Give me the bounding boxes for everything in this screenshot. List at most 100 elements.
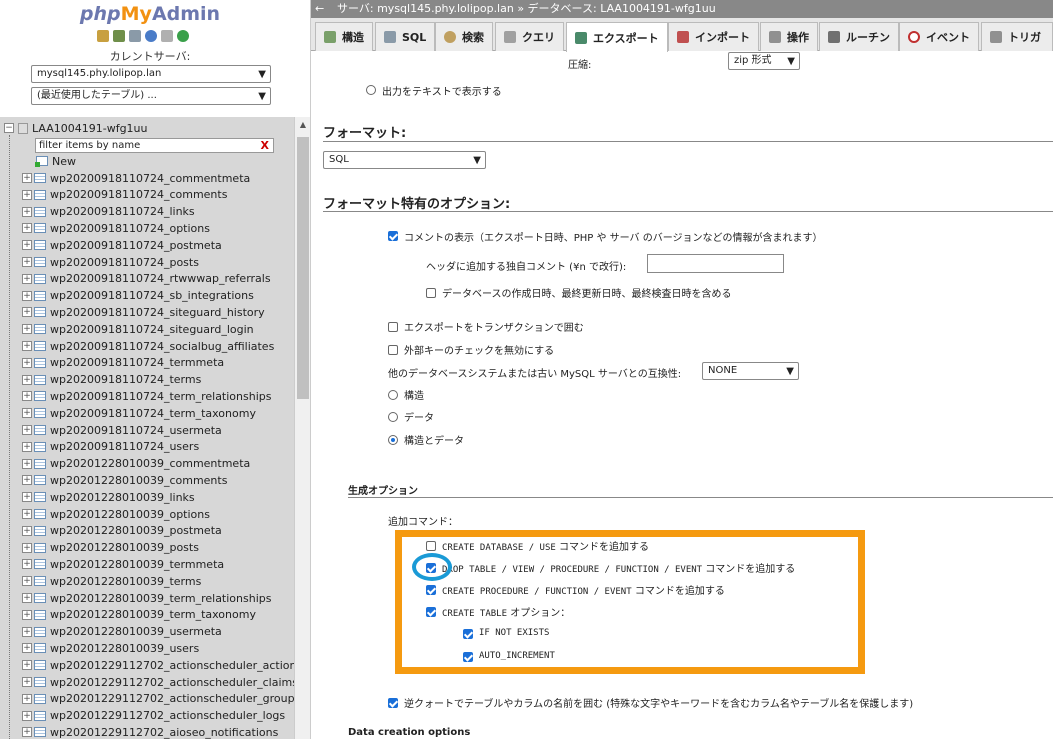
expand-icon[interactable]: + xyxy=(22,677,32,687)
expand-icon[interactable]: + xyxy=(22,257,32,267)
tree-table-item[interactable]: + wp20200918110724_termmeta xyxy=(22,355,224,371)
format-select[interactable]: SQL ▼ xyxy=(323,151,486,169)
tree-table-item[interactable]: + wp20201229112702_actionscheduler_action… xyxy=(22,657,302,673)
table-name[interactable]: wp20201228010039_commentmeta xyxy=(50,457,250,470)
new-label[interactable]: New xyxy=(52,155,76,168)
tree-table-item[interactable]: + wp20201228010039_term_taxonomy xyxy=(22,607,256,623)
tree-table-item[interactable]: + wp20201229112702_actionscheduler_groups xyxy=(22,691,300,707)
expand-icon[interactable]: + xyxy=(22,492,32,503)
expand-icon[interactable]: + xyxy=(22,173,32,183)
expand-icon[interactable]: + xyxy=(22,223,32,234)
home-icon[interactable] xyxy=(97,30,109,42)
expand-icon[interactable]: + xyxy=(22,576,32,587)
table-name[interactable]: wp20200918110724_siteguard_login xyxy=(50,323,254,336)
tree-table-item[interactable]: + wp20200918110724_siteguard_login xyxy=(22,321,254,337)
expand-icon[interactable]: + xyxy=(22,542,32,553)
table-name[interactable]: wp20201229112702_actionscheduler_groups xyxy=(50,692,300,705)
table-name[interactable]: wp20201228010039_postmeta xyxy=(50,524,222,537)
expand-icon[interactable]: + xyxy=(22,206,32,217)
tree-table-item[interactable]: + wp20201228010039_comments xyxy=(22,472,227,488)
radio-data[interactable] xyxy=(388,410,398,423)
tab-triggers[interactable]: トリガ xyxy=(981,22,1053,51)
tree-table-item[interactable]: + wp20201228010039_commentmeta xyxy=(22,456,250,472)
tree-table-item[interactable]: + wp20201228010039_usermeta xyxy=(22,624,222,640)
expand-icon[interactable]: + xyxy=(22,341,32,351)
compression-select[interactable]: zip 形式 ▼ xyxy=(728,52,800,70)
breadcrumb[interactable]: サーバ: mysql145.phy.lolipop.lan » データベース: … xyxy=(337,0,716,18)
tree-table-item[interactable]: + wp20200918110724_comments xyxy=(22,187,227,203)
expand-icon[interactable]: + xyxy=(22,593,32,603)
expand-icon[interactable]: + xyxy=(22,525,32,536)
expand-icon[interactable]: + xyxy=(22,391,32,402)
table-name[interactable]: wp20201228010039_terms xyxy=(50,575,201,588)
table-name[interactable]: wp20200918110724_comments xyxy=(50,188,227,201)
tree-table-item[interactable]: + wp20201228010039_options xyxy=(22,506,210,522)
tree-table-item[interactable]: + wp20200918110724_links xyxy=(22,204,195,220)
tree-table-item[interactable]: + wp20200918110724_term_taxonomy xyxy=(22,405,256,421)
tab-search[interactable]: 検索 xyxy=(435,22,493,51)
tab-sql[interactable]: SQL xyxy=(375,22,436,51)
expand-icon[interactable]: + xyxy=(22,273,32,284)
expand-icon[interactable]: + xyxy=(22,609,32,620)
table-name[interactable]: wp20200918110724_postmeta xyxy=(50,239,222,252)
expand-icon[interactable]: + xyxy=(22,374,32,385)
tree-table-item[interactable]: + wp20201228010039_posts xyxy=(22,540,199,556)
table-name[interactable]: wp20201228010039_links xyxy=(50,491,195,504)
expand-icon[interactable]: + xyxy=(22,441,32,452)
tree-table-item[interactable]: + wp20201229112702_aioseo_notifications xyxy=(22,724,278,739)
table-name[interactable]: wp20201228010039_term_relationships xyxy=(50,592,271,605)
tab-import[interactable]: インポート xyxy=(668,22,759,51)
table-name[interactable]: wp20200918110724_terms xyxy=(50,373,201,386)
radio-structure-data[interactable] xyxy=(388,433,398,446)
filter-input[interactable]: filter items by name X xyxy=(35,138,274,153)
expand-icon[interactable]: + xyxy=(22,189,32,200)
tree-table-item[interactable]: + wp20200918110724_siteguard_history xyxy=(22,304,265,320)
expand-icon[interactable]: + xyxy=(22,357,32,368)
tree-table-item[interactable]: + wp20200918110724_rtwwwap_referrals xyxy=(22,271,271,287)
transaction-label[interactable]: エクスポートをトランザクションで囲む xyxy=(404,319,584,334)
table-name[interactable]: wp20201228010039_options xyxy=(50,508,210,521)
table-name[interactable]: wp20200918110724_posts xyxy=(50,256,199,269)
tree-scrollbar[interactable]: ▲ xyxy=(294,117,310,739)
tree-table-item[interactable]: + wp20200918110724_options xyxy=(22,220,210,236)
settings-icon[interactable] xyxy=(161,30,173,42)
table-name[interactable]: wp20200918110724_commentmeta xyxy=(50,172,250,185)
clear-filter-icon[interactable]: X xyxy=(261,139,269,152)
back-arrow-icon[interactable]: ← xyxy=(315,0,324,18)
disable-fk-checkbox[interactable] xyxy=(388,343,398,356)
table-name[interactable]: wp20200918110724_rtwwwap_referrals xyxy=(50,272,271,285)
table-name[interactable]: wp20200918110724_options xyxy=(50,222,210,235)
tab-events[interactable]: イベント xyxy=(899,22,979,51)
docs-icon[interactable] xyxy=(145,30,157,42)
tab-export[interactable]: エクスポート xyxy=(566,22,668,52)
table-name[interactable]: wp20200918110724_termmeta xyxy=(50,356,224,369)
server-select[interactable]: mysql145.phy.lolipop.lan ▼ xyxy=(31,65,271,83)
tree-table-item[interactable]: + wp20201229112702_actionscheduler_claims xyxy=(22,674,298,690)
show-comments-checkbox[interactable] xyxy=(388,229,398,242)
table-name[interactable]: wp20201229112702_actionscheduler_logs xyxy=(50,709,285,722)
radio-data-label[interactable]: データ xyxy=(404,409,434,424)
tree-table-item[interactable]: + wp20201228010039_term_relationships xyxy=(22,590,271,606)
expand-icon[interactable]: + xyxy=(22,727,32,738)
logout-icon[interactable] xyxy=(113,30,125,42)
tree-item-new[interactable]: New xyxy=(22,153,76,169)
table-name[interactable]: wp20201229112702_actionscheduler_actions xyxy=(50,659,302,672)
header-comment-input[interactable] xyxy=(647,254,784,273)
expand-icon[interactable]: + xyxy=(22,710,32,721)
tree-table-item[interactable]: + wp20200918110724_users xyxy=(22,439,199,455)
table-name[interactable]: wp20200918110724_usermeta xyxy=(50,424,222,437)
tree-table-item[interactable]: + wp20200918110724_posts xyxy=(22,254,199,270)
table-name[interactable]: wp20200918110724_siteguard_history xyxy=(50,306,265,319)
disable-fk-label[interactable]: 外部キーのチェックを無効にする xyxy=(404,342,554,357)
compat-select[interactable]: NONE ▼ xyxy=(702,362,799,380)
tab-structure[interactable]: 構造 xyxy=(315,22,373,51)
table-name[interactable]: wp20200918110724_socialbug_affiliates xyxy=(50,340,274,353)
tree-table-item[interactable]: + wp20200918110724_term_relationships xyxy=(22,388,271,404)
tree-table-item[interactable]: + wp20201228010039_postmeta xyxy=(22,523,222,539)
tree-table-item[interactable]: + wp20200918110724_usermeta xyxy=(22,422,222,438)
scroll-up-icon[interactable]: ▲ xyxy=(295,120,310,129)
expand-icon[interactable]: + xyxy=(22,693,32,704)
table-name[interactable]: wp20201228010039_usermeta xyxy=(50,625,222,638)
sql-icon[interactable] xyxy=(129,30,141,42)
collapse-icon[interactable]: − xyxy=(4,123,14,133)
